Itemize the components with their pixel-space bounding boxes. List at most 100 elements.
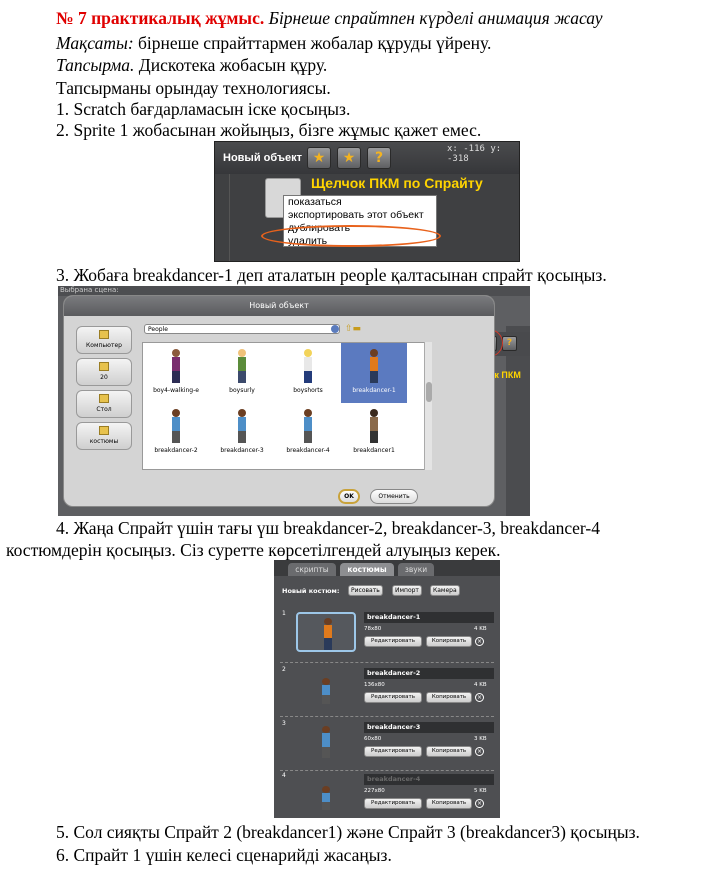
new-object-dialog: Новый объект Компьютер 20 Стол костюмы P… [63, 295, 495, 507]
delete-icon[interactable]: × [475, 637, 484, 646]
costume-item[interactable]: 1 breakdancer-1 78x80 4 KB Редактировать… [274, 610, 500, 662]
import-button[interactable]: Импорт [392, 585, 422, 596]
tab-costumes[interactable]: костюмы [340, 563, 394, 576]
sprite-item-label: breakdancer-2 [154, 447, 198, 454]
source-costumes-button[interactable]: костюмы [76, 422, 132, 450]
costume-thumbnail[interactable] [296, 774, 356, 814]
dancer-icon [321, 726, 331, 758]
sprite-item-label: boy4-walking-e [153, 387, 199, 394]
tech-heading: Тапсырманы орындау технологиясы. [56, 78, 331, 98]
costume-dimensions: 78x80 [364, 626, 382, 632]
practical-topic: Бірнеше спрайтпен күрделі анимация жасау [264, 8, 603, 28]
goal-text: бірнеше спрайттармен жобалар құруды үйре… [133, 33, 492, 53]
person-icon [237, 349, 247, 383]
costume-thumbnail[interactable] [296, 612, 356, 652]
sprite-item[interactable]: breakdancer-3 [209, 403, 275, 463]
sprite-item[interactable]: breakdancer-2 [143, 403, 209, 463]
goal-label: Мақсаты: [56, 33, 134, 53]
new-object-dialog-screenshot: Выбрана сцена: ★ ★ ? Щелчок ПКМ Сцена Но… [58, 286, 530, 516]
folder-icon [99, 330, 109, 339]
tab-bar: скрипты костюмы звуки [274, 560, 500, 576]
costumes-tab-screenshot: скрипты костюмы звуки Новый костюм: Рисо… [274, 560, 500, 818]
copy-button[interactable]: Копировать [426, 636, 472, 647]
copy-button[interactable]: Копировать [426, 798, 472, 809]
paint-button[interactable]: Рисовать [348, 585, 383, 596]
edit-button[interactable]: Редактировать [364, 636, 422, 647]
sprite-item-label: breakdancer-3 [220, 447, 264, 454]
person-icon [171, 409, 181, 443]
costume-size: 4 KB [474, 626, 487, 632]
costume-size: 3 KB [474, 736, 487, 742]
person-icon [303, 349, 313, 383]
paint-sprite-icon[interactable]: ★ [307, 147, 331, 169]
folder-icon [99, 362, 109, 371]
edit-button[interactable]: Редактировать [364, 798, 422, 809]
sprite-grid: boy4-walking-e boysurly boyshorts breakd… [142, 342, 432, 470]
menu-item-export[interactable]: экспортировать этот объект [284, 209, 436, 222]
copy-button[interactable]: Копировать [426, 746, 472, 757]
sprite-item-label: breakdancer-1 [352, 387, 396, 394]
source-computer-button[interactable]: Компьютер [76, 326, 132, 354]
camera-button[interactable]: Камера [430, 585, 460, 596]
costume-thumbnail[interactable] [296, 722, 356, 762]
sprite-grid-scrollbar[interactable] [424, 342, 432, 470]
costume-item[interactable]: 4 breakdancer-4 227x80 5 KB Редактироват… [274, 772, 500, 818]
copy-button[interactable]: Копировать [426, 692, 472, 703]
step-4-line-1: 4. Жаңа Спрайт үшін тағы үш breakdancer-… [56, 518, 600, 538]
scrollbar-thumb[interactable] [426, 382, 432, 402]
person-icon [171, 349, 181, 383]
delete-icon[interactable]: × [475, 693, 484, 702]
practical-title: № 7 практикалық жұмыс. Бірнеше спрайтпен… [56, 8, 603, 28]
source-20-label: 20 [100, 374, 108, 381]
step-4-line-2: костюмдерін қосыңыз. Сіз суретте көрсеті… [6, 540, 501, 560]
panel-divider [229, 174, 230, 261]
new-costume-label: Новый костюм: [282, 587, 340, 595]
chevron-down-icon[interactable] [331, 325, 339, 333]
dancer-icon [321, 778, 331, 810]
costume-name[interactable]: breakdancer-1 [364, 612, 494, 623]
source-20-button[interactable]: 20 [76, 358, 132, 386]
edit-button[interactable]: Редактировать [364, 692, 422, 703]
source-costumes-label: костюмы [89, 438, 119, 445]
source-desktop-label: Стол [96, 406, 112, 413]
costume-name[interactable]: breakdancer-2 [364, 668, 494, 679]
costume-number: 1 [282, 610, 286, 617]
sprite-item[interactable]: breakdancer-4 [275, 403, 341, 463]
step-3: 3. Жобаға breakdancer-1 деп аталатын peo… [56, 265, 607, 285]
sprite-item[interactable]: breakdancer1 [341, 403, 407, 463]
delete-icon[interactable]: × [475, 799, 484, 808]
sprite-item-selected[interactable]: breakdancer-1 [341, 343, 407, 403]
costume-name[interactable]: breakdancer-3 [364, 722, 494, 733]
dancer-icon [321, 672, 331, 704]
costume-number: 4 [282, 772, 286, 779]
costume-item[interactable]: 3 breakdancer-3 60x80 3 KB Редактировать… [274, 720, 500, 772]
coords-readout: x: -116 y: -318 [447, 144, 502, 164]
folder-up-icon[interactable]: ⇧▬ [345, 324, 361, 334]
costume-item[interactable]: 2 breakdancer-2 136x80 4 KB Редактироват… [274, 666, 500, 718]
folder-icon [99, 426, 109, 435]
person-icon [237, 409, 247, 443]
menu-item-show[interactable]: показаться [284, 196, 436, 209]
costume-thumbnail[interactable] [296, 668, 356, 708]
delete-icon[interactable]: × [475, 747, 484, 756]
random-sprite-icon[interactable]: ? [367, 147, 391, 169]
practical-number: № 7 практикалық жұмыс. [56, 8, 265, 28]
step-6: 6. Спрайт 1 үшін келесі сценарийді жасаң… [56, 845, 392, 865]
choose-sprite-icon[interactable]: ★ [337, 147, 361, 169]
random-sprite-icon[interactable]: ? [502, 336, 517, 351]
tab-scripts[interactable]: скрипты [288, 563, 336, 576]
costume-size: 5 KB [474, 788, 487, 794]
ok-button[interactable]: OK [338, 489, 360, 504]
tab-sounds[interactable]: звуки [398, 563, 434, 576]
edit-button[interactable]: Редактировать [364, 746, 422, 757]
costume-name[interactable]: breakdancer-4 [364, 774, 494, 785]
source-desktop-button[interactable]: Стол [76, 390, 132, 418]
folder-select[interactable]: People [144, 324, 340, 334]
sprite-item[interactable]: boy4-walking-e [143, 343, 209, 403]
step-2: 2. Sprite 1 жобасынан жойыңыз, бізге жұм… [56, 120, 482, 140]
cancel-button[interactable]: Отменить [370, 489, 418, 504]
source-computer-label: Компьютер [86, 342, 122, 349]
sprite-item[interactable]: boysurly [209, 343, 275, 403]
sprite-item[interactable]: boyshorts [275, 343, 341, 403]
costume-dimensions: 227x80 [364, 788, 385, 794]
